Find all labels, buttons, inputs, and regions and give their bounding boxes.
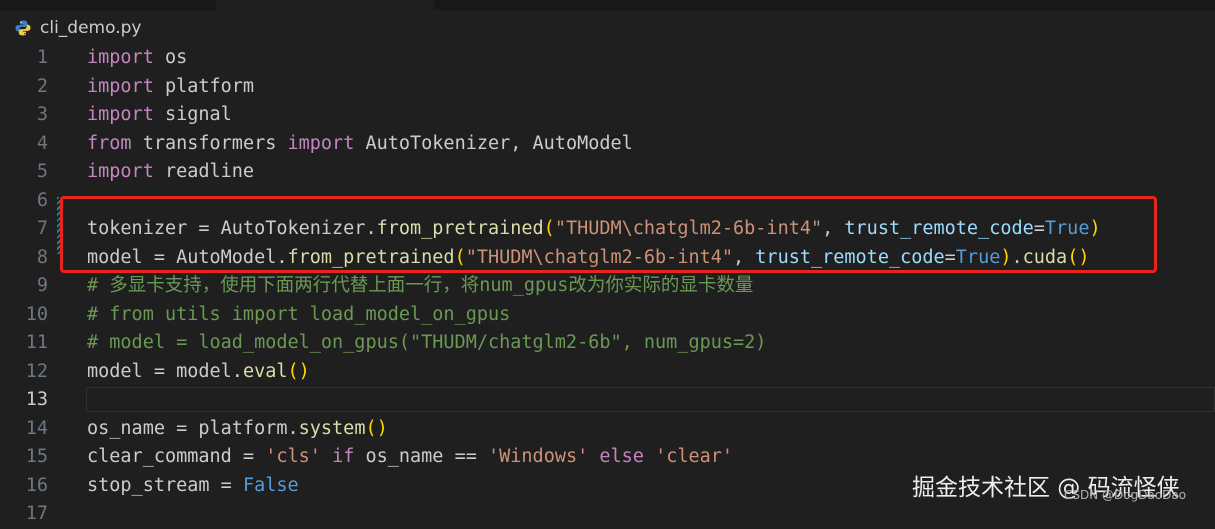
code-line[interactable]: 11 # model = load_model_on_gpus("THUDM/ch… — [0, 329, 1215, 358]
code-text[interactable]: import platform — [87, 73, 254, 102]
inactive-tab[interactable] — [216, 0, 434, 10]
code-token: 'Windows' — [488, 446, 589, 467]
breadcrumb[interactable]: cli_demo.py — [0, 10, 1215, 46]
code-line[interactable]: 17 — [0, 500, 1215, 529]
code-line[interactable]: 9 # 多显卡支持，使用下面两行代替上面一行，将num_gpus改为你实际的显卡数… — [0, 272, 1215, 301]
code-token: import — [87, 47, 154, 68]
line-number: 5 — [36, 161, 48, 182]
code-line[interactable]: 3 import signal — [0, 101, 1215, 130]
code-token: from — [87, 132, 132, 154]
code-token: import — [87, 104, 154, 125]
code-line[interactable]: 4 from transformers import AutoTokenizer,… — [0, 130, 1215, 159]
code-line[interactable]: 2 import platform — [0, 73, 1215, 102]
line-number: 9 — [36, 275, 48, 296]
line-number: 13 — [25, 389, 48, 410]
code-text[interactable]: import readline — [87, 158, 254, 187]
watermark-sub: CSDN @DogDaoDao — [1064, 488, 1187, 502]
line-number: 16 — [25, 474, 48, 496]
code-text[interactable]: stop_stream = False — [87, 472, 299, 501]
code-line[interactable]: 5 import readline — [0, 158, 1215, 187]
code-token: transformers — [131, 132, 288, 154]
code-token: import — [87, 161, 154, 182]
code-text[interactable]: # model = load_model_on_gpus("THUDM/chat… — [87, 329, 766, 358]
code-line[interactable]: 10 # from utils import load_model_on_gpus — [0, 301, 1215, 330]
line-number: 8 — [36, 246, 48, 268]
code-text[interactable]: from transformers import AutoTokenizer, … — [87, 130, 633, 159]
code-line[interactable]: 1 import os — [0, 44, 1215, 73]
code-token: stop_stream = — [87, 474, 243, 496]
code-token: # from utils import load_model_on_gpus — [87, 303, 511, 325]
code-text[interactable]: clear_command = 'cls' if os_name == 'Win… — [87, 443, 733, 472]
code-token: 'clear' — [655, 446, 734, 467]
line-number: 15 — [25, 446, 48, 467]
current-line-highlight — [86, 387, 1215, 412]
line-number: 10 — [25, 303, 48, 325]
line-number: 11 — [25, 332, 48, 353]
line-number: 6 — [36, 189, 48, 211]
code-token: if — [332, 446, 355, 467]
code-text[interactable]: # 多显卡支持，使用下面两行代替上面一行，将num_gpus改为你实际的显卡数量 — [87, 272, 753, 301]
code-token: import — [87, 75, 154, 97]
python-file-icon — [15, 20, 31, 36]
code-token: # model = load_model_on_gpus("THUDM/chat… — [87, 332, 767, 353]
line-number: 7 — [36, 218, 48, 239]
code-text[interactable]: import signal — [87, 101, 232, 130]
code-line[interactable]: 14 os_name = platform.system() — [0, 415, 1215, 444]
code-token: 'cls' — [265, 446, 321, 467]
highlight-annotation-box — [60, 196, 1157, 273]
code-token: else — [599, 446, 644, 467]
tab-bar — [0, 0, 1215, 10]
code-token: # 多显卡支持，使用下面两行代替上面一行，将num_gpus改为你实际的显卡数量 — [87, 275, 754, 296]
file-name[interactable]: cli_demo.py — [40, 18, 141, 38]
code-text[interactable]: # from utils import load_model_on_gpus — [87, 301, 510, 330]
line-number: 3 — [36, 104, 48, 125]
code-line[interactable]: 13 — [0, 386, 1215, 415]
code-token: () — [287, 360, 310, 382]
code-token: AutoTokenizer, AutoModel — [354, 132, 633, 154]
code-token: platform — [153, 75, 255, 97]
code-text[interactable]: model = model.eval() — [87, 358, 310, 387]
code-token: os — [153, 47, 188, 68]
code-token: False — [242, 474, 299, 496]
code-text[interactable]: import os — [87, 44, 187, 73]
code-token: signal — [153, 104, 232, 125]
code-token: clear_command = — [87, 446, 266, 467]
code-token: () — [365, 417, 388, 439]
line-number: 14 — [25, 417, 48, 439]
code-text[interactable]: os_name = platform.system() — [87, 415, 388, 444]
code-token: import — [287, 132, 355, 154]
code-editor[interactable]: 1 import os 2 import platform 3 import signal… — [0, 44, 1215, 524]
line-number: 4 — [36, 132, 48, 154]
line-number: 12 — [25, 360, 48, 382]
line-number: 17 — [25, 503, 48, 524]
code-token: os_name = platform. — [87, 417, 299, 439]
code-token: system — [298, 417, 366, 439]
code-token: readline — [153, 161, 255, 182]
code-token: os_name == — [354, 446, 488, 467]
code-token: model = model. — [87, 360, 243, 382]
code-token: eval — [242, 360, 288, 382]
line-number: 1 — [36, 47, 48, 68]
code-line[interactable]: 12 model = model.eval() — [0, 358, 1215, 387]
line-number: 2 — [36, 75, 48, 97]
